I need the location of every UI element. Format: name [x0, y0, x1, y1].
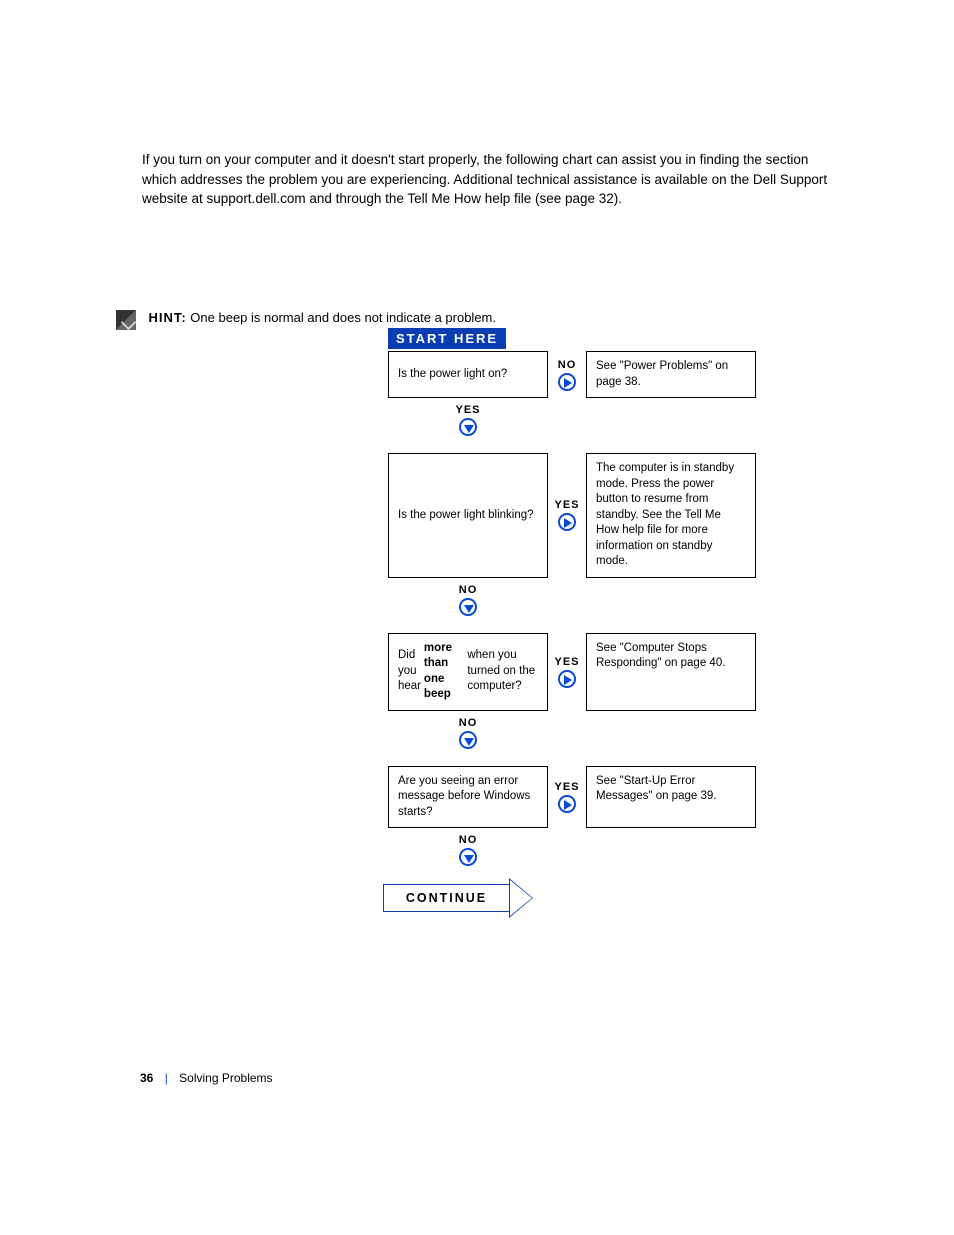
hint-note: HINT: One beep is normal and does not in… [116, 310, 836, 330]
flowchart: START HERE Is the power light on? NO See… [388, 328, 848, 915]
branch-connector: YES [548, 633, 586, 711]
hint-text: One beep is normal and does not indicate… [190, 310, 496, 325]
question-box: Did you hear more than one beep when you… [388, 633, 548, 711]
section-title: Solving Problems [179, 1071, 272, 1085]
footer-separator: | [165, 1071, 168, 1085]
flow-row: Did you hear more than one beep when you… [388, 633, 848, 711]
arrow-down-icon [459, 848, 477, 866]
branch-label: YES [554, 499, 579, 511]
q-text: Did you hear [398, 648, 424, 695]
hint-label: HINT: [148, 310, 186, 325]
branch-connector: YES [548, 766, 586, 829]
arrow-right-icon [558, 795, 576, 813]
down-connector: NO [388, 711, 548, 764]
answer-box: See "Computer Stops Responding" on page … [586, 633, 756, 711]
flow-row: Is the power light on? NO See "Power Pro… [388, 351, 848, 398]
down-label: YES [388, 404, 548, 416]
start-here-label: START HERE [388, 328, 506, 349]
page-number: 36 [140, 1071, 153, 1085]
flow-row: Are you seeing an error message before W… [388, 766, 848, 829]
down-connector: YES [388, 398, 548, 451]
answer-box: See "Start-Up Error Messages" on page 39… [586, 766, 756, 829]
q-text-bold: more than one beep [424, 641, 467, 703]
arrowhead-icon [509, 878, 533, 918]
continue-arrow: CONTINUE [383, 881, 553, 915]
arrow-down-icon [459, 598, 477, 616]
intro-paragraph: If you turn on your computer and it does… [142, 150, 842, 209]
branch-label: NO [558, 359, 577, 371]
page-footer: 36 | Solving Problems [140, 1071, 273, 1085]
note-icon [116, 310, 136, 330]
question-box: Is the power light on? [388, 351, 548, 398]
down-label: NO [388, 717, 548, 729]
flow-row: Is the power light blinking? YES The com… [388, 453, 848, 578]
answer-box: See "Power Problems" on page 38. [586, 351, 756, 398]
branch-connector: NO [548, 351, 586, 398]
down-connector: NO [388, 828, 548, 881]
question-box: Is the power light blinking? [388, 453, 548, 578]
continue-label: CONTINUE [383, 884, 509, 912]
q-text: when you turned on the computer? [467, 648, 538, 695]
down-label: NO [388, 584, 548, 596]
down-connector: NO [388, 578, 548, 631]
answer-box: The computer is in standby mode. Press t… [586, 453, 756, 578]
branch-label: YES [554, 781, 579, 793]
question-box: Are you seeing an error message before W… [388, 766, 548, 829]
arrow-right-icon [558, 670, 576, 688]
arrow-down-icon [459, 418, 477, 436]
arrow-right-icon [558, 513, 576, 531]
branch-connector: YES [548, 453, 586, 578]
down-label: NO [388, 834, 548, 846]
arrow-right-icon [558, 373, 576, 391]
branch-label: YES [554, 656, 579, 668]
arrow-down-icon [459, 731, 477, 749]
